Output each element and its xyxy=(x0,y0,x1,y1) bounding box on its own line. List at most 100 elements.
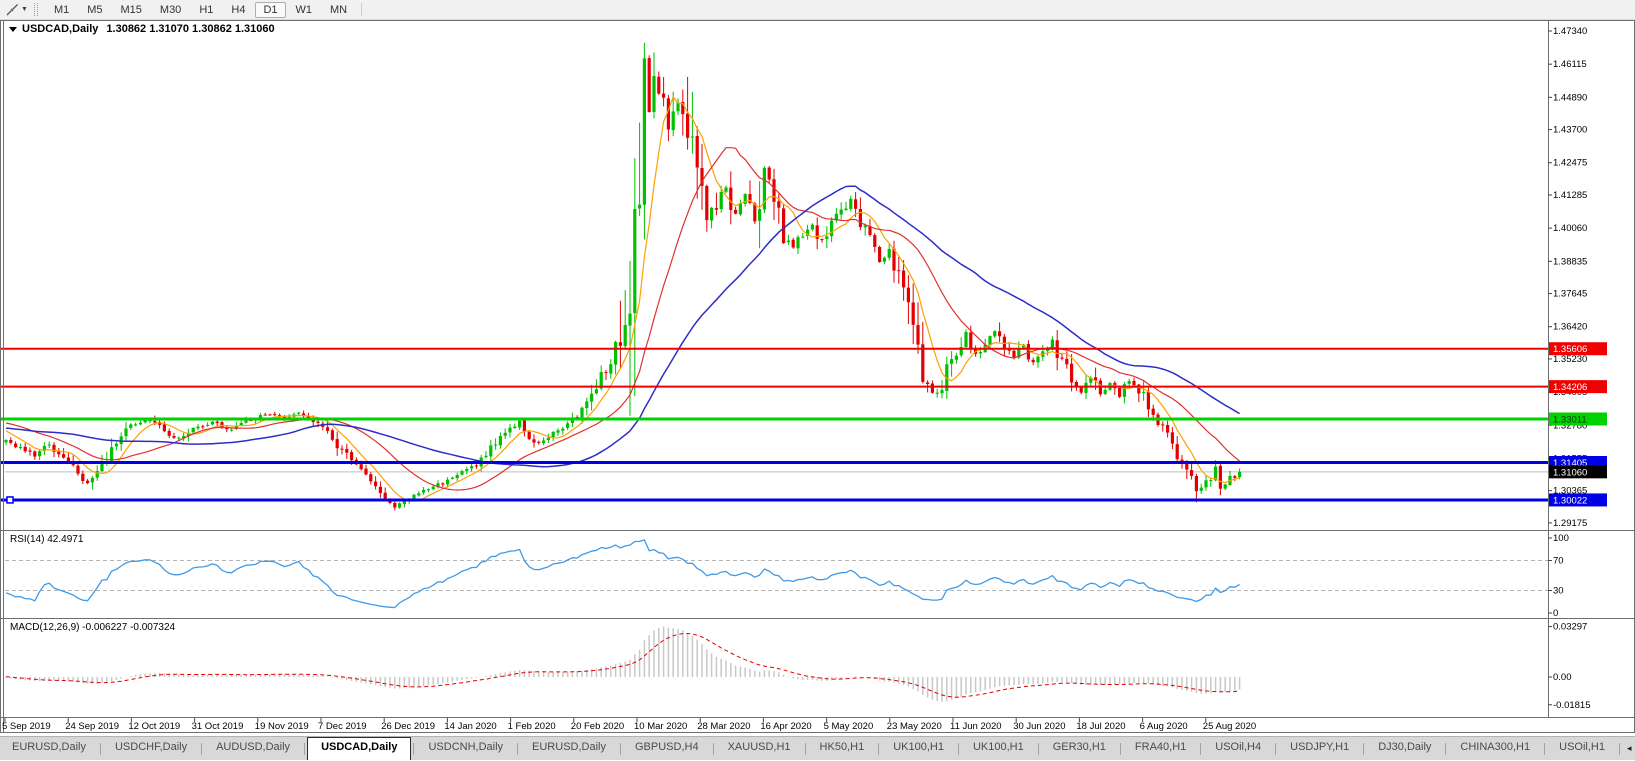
candle-body xyxy=(230,429,234,431)
price-axis-label: 1.44890 xyxy=(1553,92,1587,103)
tab-uk100-h1[interactable]: UK100,H1 xyxy=(961,737,1036,760)
tab-separator xyxy=(304,742,306,755)
level-1.34206-badge-label: 1.34206 xyxy=(1553,382,1587,393)
macd-axis-label: 0.03297 xyxy=(1553,622,1587,633)
timeframe-button-m30[interactable]: M30 xyxy=(152,2,189,18)
tool-dropdown-icon[interactable]: ▼ xyxy=(21,6,28,13)
tab-usoil-h4[interactable]: USOil,H4 xyxy=(1203,737,1273,760)
candle-body xyxy=(1223,484,1227,489)
candle-body xyxy=(1194,476,1198,492)
chart-canvas[interactable]: 1.47340 1.46115 1.44890 1.43700 1.42475 1.412… xyxy=(0,0,1635,761)
tab-fra40-h1[interactable]: FRA40,H1 xyxy=(1123,737,1198,760)
candle-body xyxy=(1209,480,1213,482)
candle-body xyxy=(297,412,301,414)
tab-hk50-h1[interactable]: HK50,H1 xyxy=(808,737,877,760)
candle-body xyxy=(359,464,363,470)
candle-body xyxy=(964,332,968,347)
candle-body xyxy=(417,493,421,496)
candle-body xyxy=(81,473,85,481)
timeframe-button-d1[interactable]: D1 xyxy=(255,1,286,18)
candle-body xyxy=(1218,465,1222,489)
candle-body xyxy=(426,489,430,491)
candle-body xyxy=(62,454,66,458)
timeframe-button-w1[interactable]: W1 xyxy=(288,2,321,18)
tab-china300-h1[interactable]: CHINA300,H1 xyxy=(1448,737,1542,760)
candle-body xyxy=(906,287,910,303)
symbol-tab-bar: EURUSD,Daily USDCHF,Daily AUDUSD,Daily USDC… xyxy=(0,736,1635,760)
timeframe-button-m15[interactable]: M15 xyxy=(113,2,150,18)
date-axis-label: 19 Nov 2019 xyxy=(255,721,309,732)
candle-body xyxy=(978,352,982,354)
timeframe-button-mn[interactable]: MN xyxy=(322,2,355,18)
candle-body xyxy=(57,451,61,455)
candle-body xyxy=(729,187,733,210)
candle-body xyxy=(969,332,973,349)
candle-body xyxy=(897,270,901,272)
candle-body xyxy=(239,423,243,426)
price-axis-label: 1.35230 xyxy=(1553,354,1587,365)
candle-body xyxy=(1132,380,1136,386)
timeframe-button-h4[interactable]: H4 xyxy=(223,2,253,18)
date-axis-label: 16 Apr 2020 xyxy=(760,721,811,732)
candle-body xyxy=(489,445,493,457)
candle-body xyxy=(364,468,368,475)
candle-body xyxy=(129,424,133,428)
candle-body xyxy=(734,209,738,214)
date-axis-label: 5 Sep 2019 xyxy=(2,721,51,732)
tab-separator xyxy=(201,742,203,755)
candle-body xyxy=(446,479,450,485)
chart-dropdown-icon[interactable] xyxy=(9,26,17,32)
tab-scroll-left-icon[interactable]: ◂ xyxy=(1622,743,1635,754)
tab-usoil-h1[interactable]: USOil,H1 xyxy=(1547,737,1617,760)
tab-usdcad-daily[interactable]: USDCAD,Daily xyxy=(307,737,412,760)
line-drag-marker[interactable] xyxy=(6,496,14,504)
tab-ger30-h1[interactable]: GER30,H1 xyxy=(1041,737,1118,760)
candle-body xyxy=(1233,476,1237,478)
candle-body xyxy=(191,427,195,433)
timeframe-button-h1[interactable]: H1 xyxy=(191,2,221,18)
candle-body xyxy=(114,443,118,447)
candle-body xyxy=(1199,487,1203,491)
tab-eurusd-daily[interactable]: EURUSD,Daily xyxy=(0,737,98,760)
candle-body xyxy=(686,113,690,138)
timeframe-button-m5[interactable]: M5 xyxy=(79,2,110,18)
candle-body xyxy=(710,207,714,221)
candle-body xyxy=(210,421,214,425)
crosshair-draw-tool-icon[interactable] xyxy=(3,2,21,17)
candle-body xyxy=(335,439,339,449)
candle-body xyxy=(882,257,886,262)
tab-audusd-daily[interactable]: AUDUSD,Daily xyxy=(204,737,302,760)
toolbar-drag-handle[interactable] xyxy=(33,3,38,16)
candle-body xyxy=(767,167,771,180)
tab-eurusd-daily[interactable]: EURUSD,Daily xyxy=(520,737,618,760)
candle-body xyxy=(474,465,478,467)
tab-separator xyxy=(1200,742,1202,755)
candle-body xyxy=(609,364,613,374)
candle-body xyxy=(618,342,622,346)
candle-body xyxy=(244,420,248,423)
tab-gbpusd-h4[interactable]: GBPUSD,H4 xyxy=(623,737,711,760)
candle-body xyxy=(849,198,853,209)
date-axis-label: 10 Mar 2020 xyxy=(634,721,687,732)
candle-body xyxy=(633,209,637,314)
candle-body xyxy=(119,436,123,444)
tab-separator xyxy=(1544,742,1546,755)
candle-body xyxy=(998,331,1002,337)
candle-body xyxy=(162,424,166,432)
date-axis-label: 28 Mar 2020 xyxy=(697,721,750,732)
tab-uk100-h1[interactable]: UK100,H1 xyxy=(881,737,956,760)
price-axis-label: 1.38835 xyxy=(1553,256,1587,267)
tab-usdchf-daily[interactable]: USDCHF,Daily xyxy=(103,737,199,760)
candle-body xyxy=(47,444,51,446)
macd-axis-label: 0.00 xyxy=(1553,672,1572,683)
candle-body xyxy=(1142,391,1146,393)
tab-usdjpy-h1[interactable]: USDJPY,H1 xyxy=(1278,737,1361,760)
tab-dj30-daily[interactable]: DJ30,Daily xyxy=(1366,737,1443,760)
candle-body xyxy=(652,75,656,112)
candle-body xyxy=(916,325,920,345)
tab-xauusd-h1[interactable]: XAUUSD,H1 xyxy=(716,737,803,760)
candle-body xyxy=(695,136,699,168)
timeframe-button-m1[interactable]: M1 xyxy=(46,2,77,18)
candle-body xyxy=(623,325,627,347)
tab-usdcnh-daily[interactable]: USDCNH,Daily xyxy=(416,737,515,760)
